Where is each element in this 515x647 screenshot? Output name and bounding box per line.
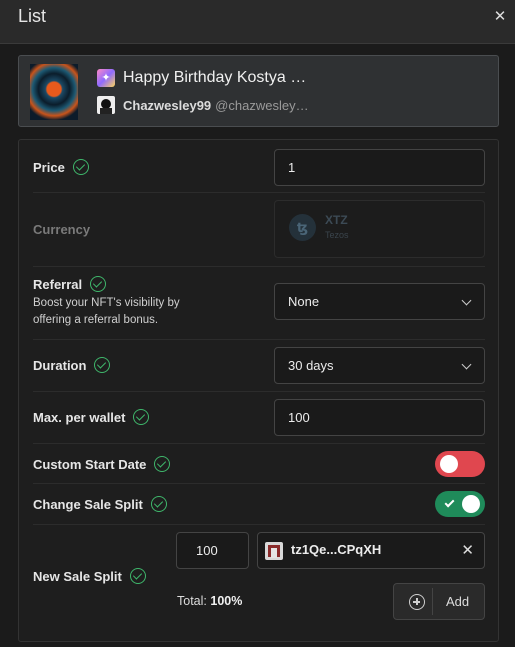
change-sale-split-label: Change Sale Split xyxy=(33,496,167,512)
duration-row: Duration 30 days xyxy=(33,347,485,384)
currency-label: Currency xyxy=(33,222,90,237)
max-per-wallet-input[interactable]: 100 xyxy=(274,399,485,436)
divider xyxy=(33,339,485,340)
new-sale-split-label-text: New Sale Split xyxy=(33,568,122,584)
divider xyxy=(33,192,485,193)
duration-select-value: 30 days xyxy=(288,358,334,373)
duration-select[interactable]: 30 days xyxy=(274,347,485,384)
modal-header: List ✕ xyxy=(0,0,515,44)
button-separator xyxy=(432,588,433,615)
artist-name[interactable]: Chazwesley99 xyxy=(123,98,211,113)
new-sale-split-label: New Sale Split xyxy=(33,568,146,584)
currency-select: ꜩ XTZ Tezos xyxy=(274,200,485,258)
custom-start-date-row: Custom Start Date xyxy=(33,451,485,477)
nft-title: Happy Birthday Kostya … xyxy=(123,69,307,86)
tezos-icon: ꜩ xyxy=(289,214,316,241)
currency-label-text: Currency xyxy=(33,222,91,237)
split-address: tz1Qe...CPqXH xyxy=(291,542,382,557)
split-address-field[interactable]: tz1Qe...CPqXH ✕ xyxy=(257,532,485,569)
checkmark-icon xyxy=(444,497,455,508)
split-total-value: 100% xyxy=(210,594,243,608)
change-sale-split-label-text: Change Sale Split xyxy=(33,496,143,512)
change-sale-split-toggle[interactable] xyxy=(435,491,485,517)
referral-label: Referral xyxy=(33,276,107,292)
referral-label-text: Referral xyxy=(33,276,83,292)
max-per-wallet-row: Max. per wallet 100 xyxy=(33,399,485,436)
referral-row: Referral Boost your NFT's visibility by … xyxy=(33,274,485,330)
divider xyxy=(33,483,485,484)
currency-row: Currency ꜩ XTZ Tezos xyxy=(33,200,485,258)
close-icon[interactable]: ✕ xyxy=(491,8,509,26)
custom-start-date-label-text: Custom Start Date xyxy=(33,456,147,472)
check-circle-icon xyxy=(90,276,107,292)
modal-title: List xyxy=(18,6,47,26)
price-input[interactable]: 1 xyxy=(274,149,485,186)
duration-label: Duration xyxy=(33,357,111,373)
referral-select[interactable]: None xyxy=(274,283,485,320)
party-popper-icon: ✦ xyxy=(97,69,115,87)
chevron-down-icon xyxy=(461,295,472,306)
divider xyxy=(33,266,485,267)
nft-thumbnail xyxy=(30,64,78,120)
price-row: Price 1 xyxy=(33,149,485,186)
add-split-button[interactable]: Add xyxy=(393,583,485,620)
referral-select-value: None xyxy=(288,294,320,309)
duration-label-text: Duration xyxy=(33,357,87,373)
custom-start-date-toggle[interactable] xyxy=(435,451,485,477)
check-circle-icon xyxy=(150,496,167,512)
split-share-input[interactable]: 100 xyxy=(176,532,249,569)
split-total: Total: 100% xyxy=(177,594,242,608)
max-per-wallet-label: Max. per wallet xyxy=(33,409,150,425)
add-split-label: Add xyxy=(446,594,470,609)
divider xyxy=(33,443,485,444)
check-circle-icon xyxy=(133,409,150,425)
artist-avatar xyxy=(97,96,115,114)
divider xyxy=(33,391,485,392)
remove-icon[interactable]: ✕ xyxy=(461,541,474,559)
nft-title-row: ✦ Happy Birthday Kostya … xyxy=(97,68,306,88)
check-circle-icon xyxy=(94,357,111,373)
price-label-text: Price xyxy=(33,159,65,175)
address-avatar xyxy=(265,542,283,560)
nft-card: ✦ Happy Birthday Kostya … Chazwesley99 @… xyxy=(18,55,499,127)
divider xyxy=(33,524,485,525)
referral-description: Boost your NFT's visibility by offering … xyxy=(33,297,180,326)
check-circle-icon xyxy=(129,568,146,584)
check-circle-icon xyxy=(72,159,89,175)
currency-symbol: XTZ xyxy=(325,213,348,227)
artist-handle: @chazwesley… xyxy=(215,97,309,113)
toggle-knob xyxy=(440,455,458,473)
plus-circle-icon xyxy=(409,594,425,610)
check-circle-icon xyxy=(154,456,171,472)
currency-name: Tezos xyxy=(325,230,349,240)
listing-form: Price 1 Currency ꜩ XTZ Tezos Referral Bo… xyxy=(18,139,499,642)
custom-start-date-label: Custom Start Date xyxy=(33,456,171,472)
new-sale-split-row: New Sale Split 100 tz1Qe...CPqXH ✕ Total… xyxy=(33,532,485,622)
toggle-knob xyxy=(462,495,480,513)
nft-artist-row: Chazwesley99 @chazwesley… xyxy=(97,95,309,115)
split-total-label: Total: xyxy=(177,594,207,608)
change-sale-split-row: Change Sale Split xyxy=(33,491,485,517)
max-per-wallet-label-text: Max. per wallet xyxy=(33,409,126,425)
price-label: Price xyxy=(33,159,89,175)
chevron-down-icon xyxy=(461,359,472,370)
